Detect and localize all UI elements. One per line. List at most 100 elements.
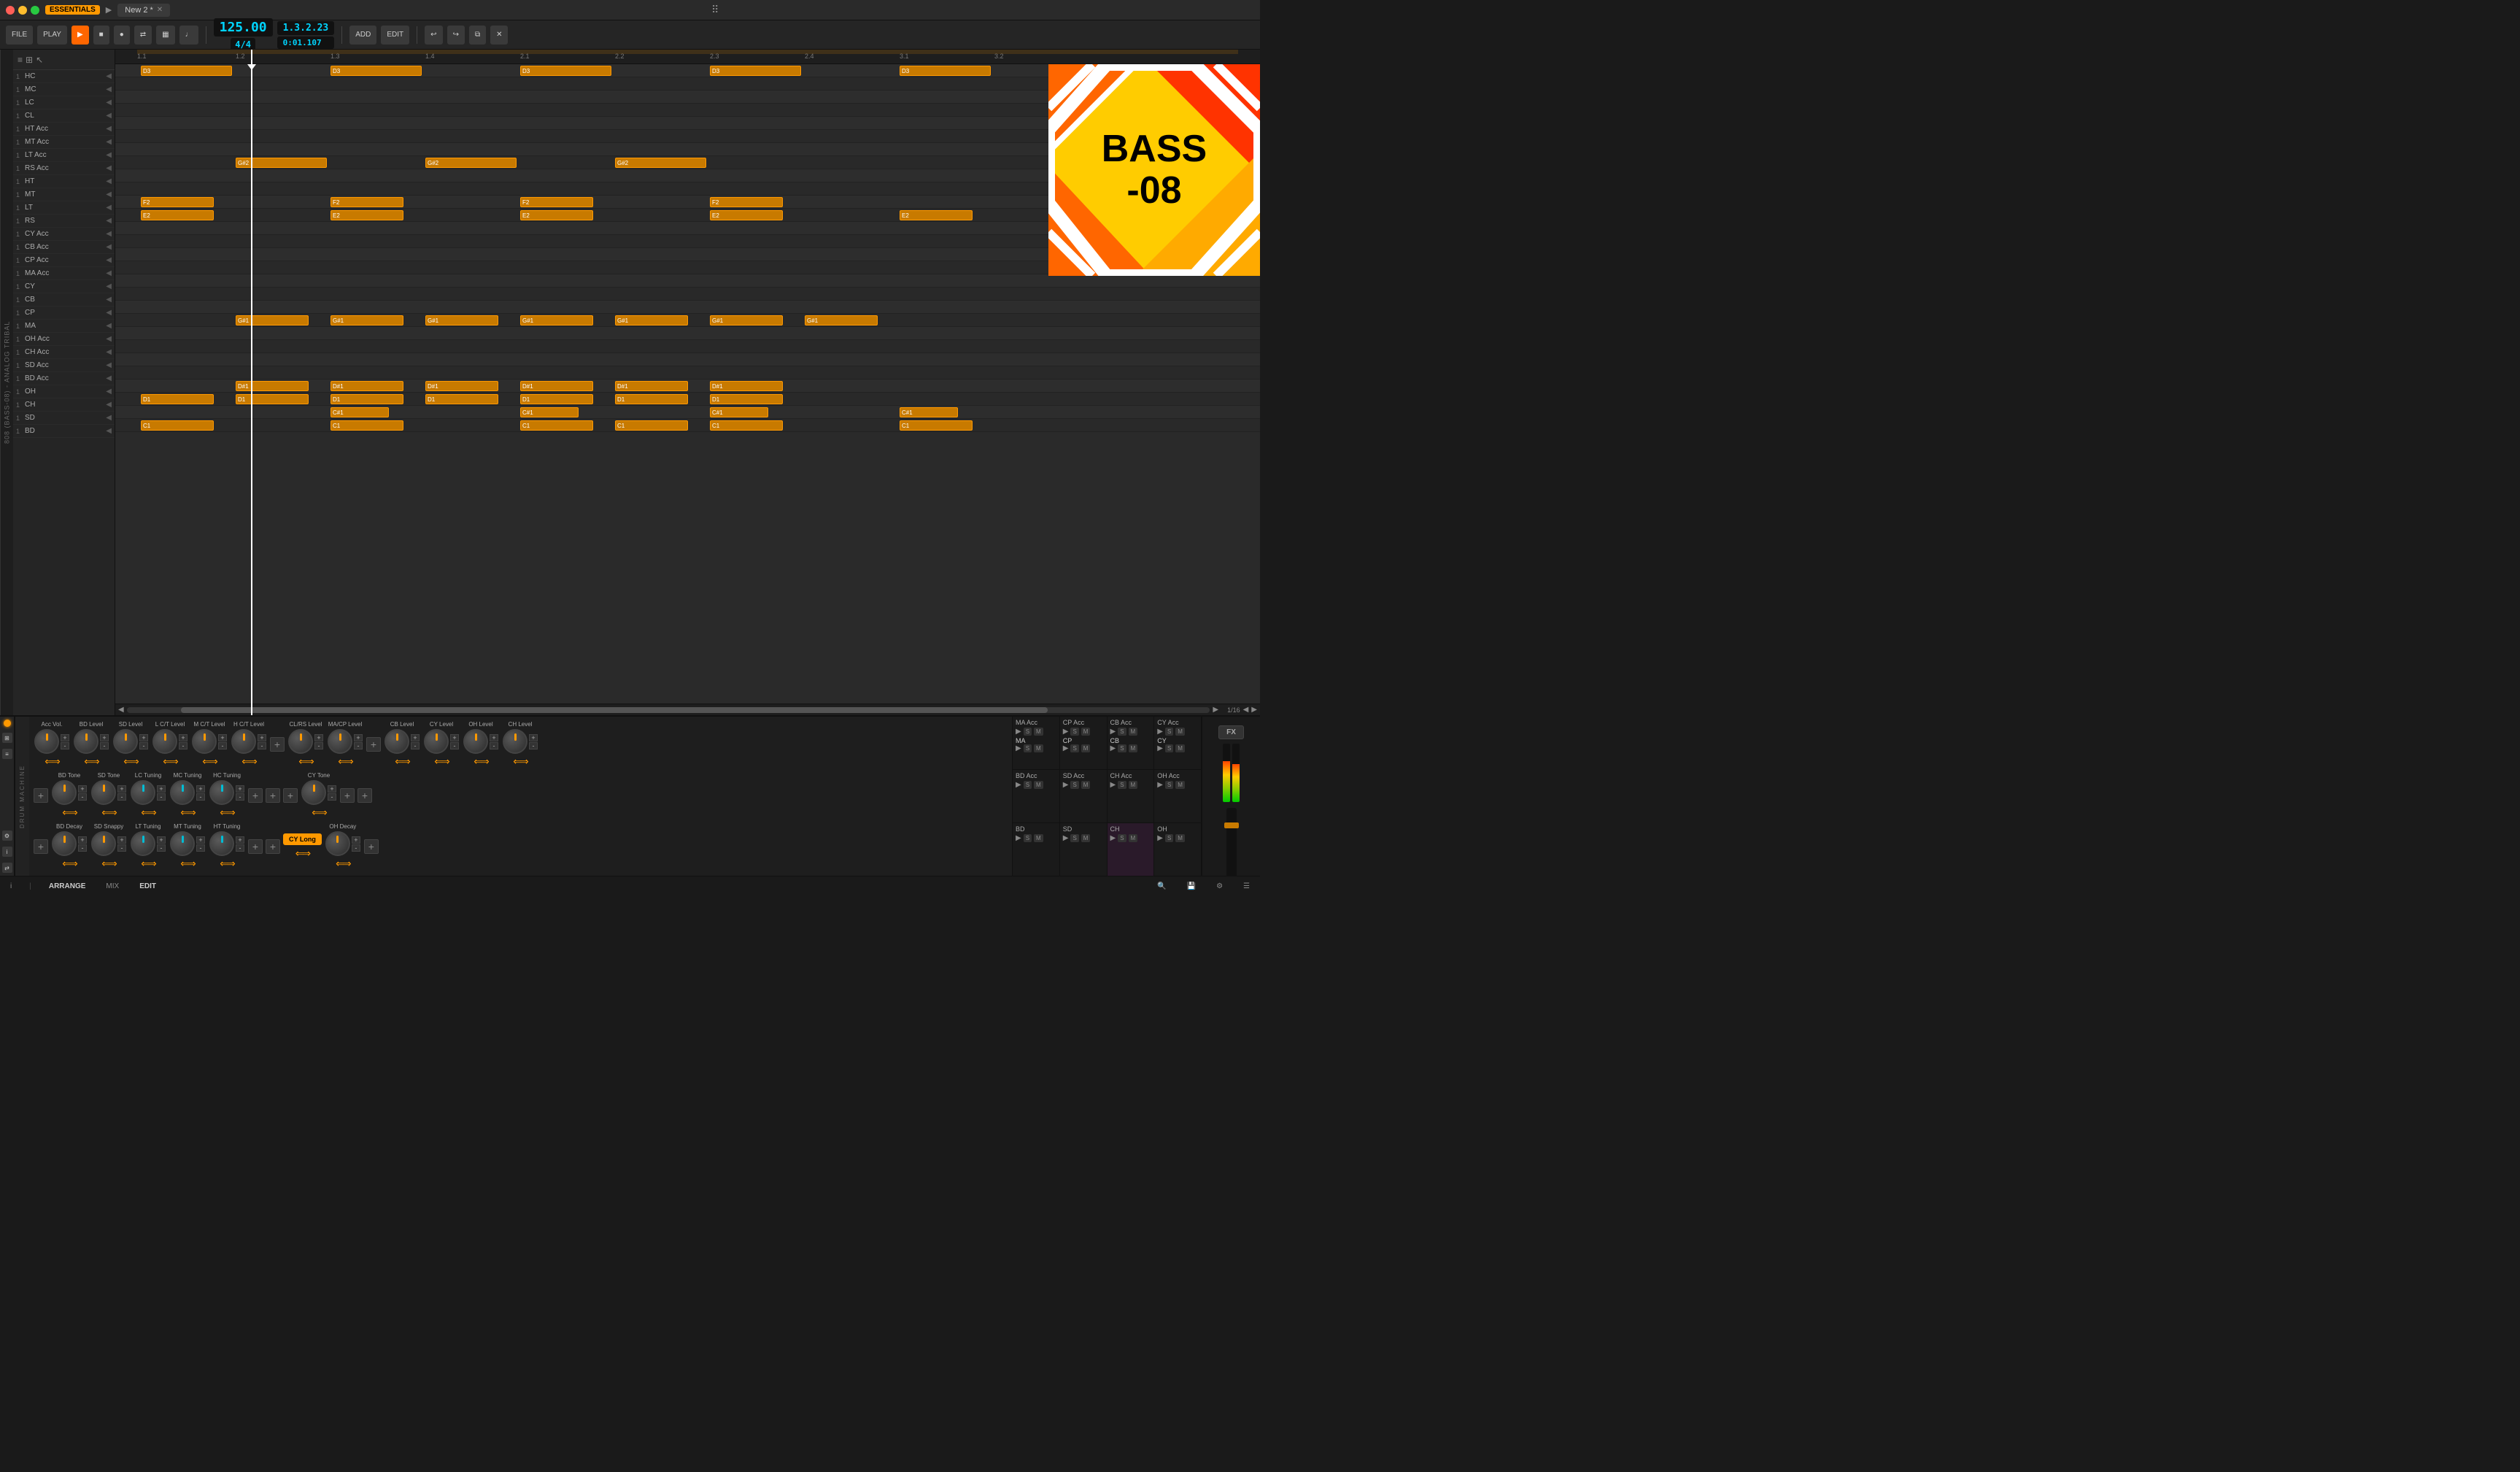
ch-level-knob[interactable] — [503, 729, 527, 754]
mct-level-knob[interactable] — [192, 729, 217, 754]
mt-tuning-knob[interactable] — [170, 831, 195, 856]
lane-cp[interactable] — [115, 301, 1260, 314]
bd-tone-minus[interactable]: - — [78, 793, 87, 801]
add-button-row2-1[interactable]: + — [34, 788, 48, 803]
record-button[interactable]: ● — [114, 26, 130, 45]
lane-bd[interactable]: C1C1C1C1C1C1 — [115, 419, 1260, 432]
sd-m[interactable]: M — [1081, 834, 1091, 842]
fx-button[interactable]: FX — [1218, 725, 1244, 739]
play-button[interactable]: ▶ — [71, 26, 89, 45]
clip[interactable]: D#1 — [615, 381, 688, 391]
zoom-out-icon[interactable]: ▶ — [1251, 706, 1257, 714]
sd-tone-plus[interactable]: + — [117, 785, 126, 793]
dm-list-btn[interactable]: ≡ — [2, 749, 12, 759]
lane-ch[interactable]: D1D1D1D1D1D1D1 — [115, 393, 1260, 406]
track-row-bd-acc[interactable]: 1BD Acc◀ — [13, 372, 115, 385]
clip[interactable]: G#1 — [425, 315, 498, 325]
stop-button[interactable]: ■ — [93, 26, 109, 45]
oh-decay-plus[interactable]: + — [352, 836, 360, 844]
track-row-ch-acc[interactable]: 1CH Acc◀ — [13, 346, 115, 359]
macp-level-minus[interactable]: - — [354, 742, 363, 750]
clip[interactable]: C1 — [900, 420, 973, 431]
oh-s[interactable]: S — [1165, 834, 1173, 842]
sd-play[interactable]: ▶ — [1063, 834, 1069, 842]
hct-level-minus[interactable]: - — [258, 742, 266, 750]
hct-level-knob[interactable] — [231, 729, 256, 754]
track-row-ma-acc[interactable]: 1MA Acc◀ — [13, 267, 115, 280]
ch-acc-s[interactable]: S — [1118, 781, 1126, 789]
clip[interactable]: G#1 — [236, 315, 309, 325]
clip[interactable]: C1 — [141, 420, 214, 431]
clip[interactable]: C#1 — [900, 407, 958, 417]
tab-close-icon[interactable]: ✕ — [157, 6, 163, 14]
cy-m2[interactable]: M — [1175, 744, 1185, 752]
bd-acc-m[interactable]: M — [1034, 781, 1043, 789]
bd-decay-knob[interactable] — [52, 831, 77, 856]
track-row-cl[interactable]: 1CL◀ — [13, 109, 115, 123]
track-row-cb-acc[interactable]: 1CB Acc◀ — [13, 241, 115, 254]
clip[interactable]: D3 — [900, 66, 991, 76]
lt-tuning-minus[interactable]: - — [157, 844, 166, 852]
cb-acc-play[interactable]: ▶ — [1110, 728, 1116, 736]
dm-settings-btn[interactable]: ⚙ — [2, 831, 12, 841]
clip[interactable]: E2 — [900, 210, 973, 220]
hc-tuning-knob[interactable] — [209, 780, 234, 805]
macp-level-plus[interactable]: + — [354, 734, 363, 741]
track-row-rs[interactable]: 1RS◀ — [13, 215, 115, 228]
sd-tone-knob[interactable] — [91, 780, 116, 805]
cb-acc-s[interactable]: S — [1118, 728, 1126, 736]
list-icon[interactable]: ≡ — [18, 55, 23, 65]
master-fader-track[interactable] — [1226, 808, 1237, 876]
add-button-row3-3[interactable]: + — [266, 839, 280, 854]
track-row-ht[interactable]: 1HT◀ — [13, 175, 115, 188]
oh-acc-m[interactable]: M — [1175, 781, 1185, 789]
lane-sd[interactable]: C#1C#1C#1C#1 — [115, 406, 1260, 419]
lc-tuning-knob[interactable] — [131, 780, 155, 805]
lane-bd-acc[interactable] — [115, 366, 1260, 379]
active-tab[interactable]: New 2 * ✕ — [117, 4, 170, 17]
track-row-lc[interactable]: 1LC◀ — [13, 96, 115, 109]
clip[interactable]: G#1 — [805, 315, 878, 325]
bd-s[interactable]: S — [1024, 834, 1032, 842]
sd-acc-m[interactable]: M — [1081, 781, 1091, 789]
track-row-mt[interactable]: 1MT◀ — [13, 188, 115, 201]
oh-level-plus[interactable]: + — [490, 734, 498, 741]
clip[interactable]: C#1 — [710, 407, 768, 417]
cb-level-knob[interactable] — [384, 729, 409, 754]
pattern-button[interactable]: ▦ — [156, 26, 174, 45]
bd-decay-plus[interactable]: + — [78, 836, 87, 844]
add-button-row3-2[interactable]: + — [248, 839, 263, 854]
zoom-in-icon[interactable]: ◀ — [1243, 706, 1249, 714]
arrange-view[interactable]: 1.1 1.2 1.3 1.4 2.1 2.2 2.3 2.4 3.1 3.2 … — [115, 50, 1260, 715]
cb-m2[interactable]: M — [1129, 744, 1138, 752]
bd-tone-plus[interactable]: + — [78, 785, 87, 793]
bd-play[interactable]: ▶ — [1016, 834, 1021, 842]
ma-m2[interactable]: M — [1034, 744, 1043, 752]
clip[interactable]: D#1 — [236, 381, 309, 391]
track-row-lt[interactable]: 1LT◀ — [13, 201, 115, 215]
clip[interactable]: F2 — [520, 197, 593, 207]
minimize-button[interactable] — [18, 6, 27, 15]
ma-acc-s[interactable]: S — [1024, 728, 1032, 736]
oh-decay-knob[interactable] — [325, 831, 350, 856]
clip[interactable]: D3 — [520, 66, 611, 76]
oh-decay-minus[interactable]: - — [352, 844, 360, 852]
ch-acc-play[interactable]: ▶ — [1110, 781, 1116, 789]
sd-snappy-plus[interactable]: + — [117, 836, 126, 844]
clrs-level-minus[interactable]: - — [314, 742, 323, 750]
track-row-ch[interactable]: 1CH◀ — [13, 398, 115, 412]
track-row-cy[interactable]: 1CY◀ — [13, 280, 115, 293]
clip[interactable]: C1 — [331, 420, 403, 431]
add-button[interactable]: ADD — [349, 26, 376, 45]
track-row-cb[interactable]: 1CB◀ — [13, 293, 115, 307]
ch-level-plus[interactable]: + — [529, 734, 538, 741]
clip[interactable]: G#1 — [520, 315, 593, 325]
clip[interactable]: C1 — [520, 420, 593, 431]
cy-tone-plus[interactable]: + — [328, 785, 336, 793]
scroll-left-icon[interactable]: ◀ — [118, 706, 124, 714]
sd-snappy-minus[interactable]: - — [117, 844, 126, 852]
add-button-row3-4[interactable]: + — [364, 839, 379, 854]
lt-tuning-plus[interactable]: + — [157, 836, 166, 844]
bd-level-knob[interactable] — [74, 729, 98, 754]
cy-play2[interactable]: ▶ — [1157, 744, 1163, 752]
